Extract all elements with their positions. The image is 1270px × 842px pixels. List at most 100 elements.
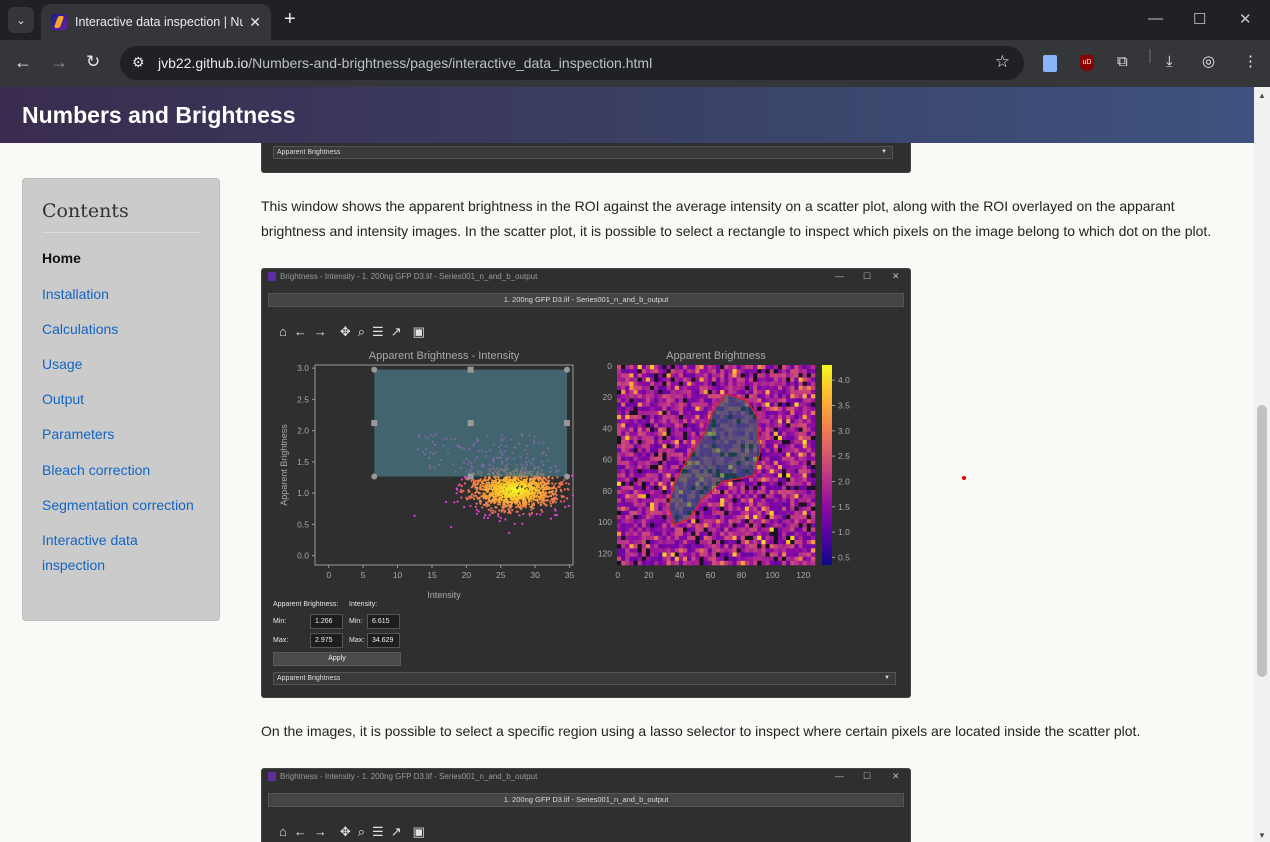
colorbar — [822, 365, 832, 565]
sidebar-item-output[interactable]: Output — [42, 387, 212, 412]
heatmap-pixel — [740, 502, 746, 507]
new-tab-button[interactable]: + — [284, 9, 296, 29]
sidebar-item-interactive-data-inspection[interactable]: Interactive data inspection — [42, 528, 172, 578]
heatmap-pixel — [798, 427, 803, 432]
extensions-icon[interactable]: ⧉ — [1117, 54, 1128, 70]
address-bar[interactable]: ⚙ jvb22.github.io/Numbers-and-brightness… — [120, 46, 1024, 80]
scroll-thumb[interactable] — [1257, 405, 1267, 677]
heatmap-pixel — [678, 535, 684, 541]
heatmap-pixel — [790, 423, 795, 428]
heatmap-pixel — [683, 402, 688, 407]
url-text[interactable]: jvb22.github.io/Numbers-and-brightness/p… — [158, 55, 652, 71]
heatmap-pixel — [658, 473, 663, 478]
heatmap-pixel — [798, 369, 803, 374]
pan-icon: ✥ — [339, 324, 351, 339]
maximize-button[interactable]: ☐ — [1193, 10, 1206, 28]
heatmap-pixel — [798, 406, 803, 412]
heatmap-ytick-label: 80 — [603, 486, 613, 496]
downloads-icon[interactable]: ⤓ — [1166, 54, 1173, 70]
menu-icon[interactable]: ⋮ — [1243, 54, 1258, 70]
heatmap-xtick-label: 80 — [737, 570, 747, 580]
scatter-xtick-label: 0 — [326, 570, 331, 580]
page-scrollbar[interactable]: ▲ ▼ — [1254, 87, 1270, 842]
forward-button[interactable]: → — [50, 53, 68, 71]
minimize-button[interactable]: — — [1148, 10, 1163, 27]
heatmap-pixel — [806, 377, 812, 382]
heatmap-pixel — [765, 523, 770, 528]
window-close-button[interactable]: ✕ — [1239, 10, 1252, 28]
heatmap-pixel — [732, 369, 737, 374]
heatmap-pixel — [757, 531, 762, 537]
site-title[interactable]: Numbers and Brightness — [22, 102, 296, 129]
heatmap-pixel — [769, 410, 775, 416]
heatmap-pixel — [674, 402, 680, 407]
scatter-point — [474, 505, 477, 508]
scroll-down-icon[interactable]: ▼ — [1258, 831, 1266, 840]
profile-icon[interactable]: ◎ — [1202, 54, 1215, 70]
heatmap-pixel — [773, 465, 779, 470]
heatmap-pixel — [790, 460, 795, 466]
heatmap-pixel — [782, 560, 787, 566]
heatmap-pixel — [629, 515, 634, 520]
heatmap-pixel — [658, 365, 663, 370]
heatmap-pixel — [658, 527, 663, 532]
heatmap-pixel — [782, 523, 787, 528]
reload-button[interactable]: ↻ — [86, 53, 100, 71]
heatmap-pixel — [716, 531, 721, 537]
scatter-point — [482, 482, 485, 485]
scatter-point — [541, 488, 545, 491]
scatter-point — [493, 481, 496, 484]
bookmark-star-icon[interactable]: ☆ — [995, 52, 1010, 72]
heatmap-pixel — [637, 398, 643, 403]
heatmap-pixel — [691, 365, 696, 370]
sidebar-item-parameters[interactable]: Parameters — [42, 422, 212, 447]
scatter-point — [557, 485, 560, 488]
heatmap-pixel — [691, 410, 696, 416]
heatmap-pixel — [806, 560, 812, 566]
ublock-extension-icon[interactable]: uD — [1080, 55, 1094, 71]
heatmap-pixel — [798, 544, 803, 549]
sidebar-item-segmentation-correction[interactable]: Segmentation correction — [42, 493, 212, 518]
sidebar-item-bleach-correction[interactable]: Bleach correction — [42, 458, 212, 483]
heatmap-pixel — [650, 540, 655, 545]
sidebar-item-installation[interactable]: Installation — [42, 282, 212, 307]
heatmap-pixel — [773, 469, 779, 474]
tab-close-icon[interactable]: ✕ — [249, 14, 261, 31]
sidebar-item-calculations[interactable]: Calculations — [42, 317, 212, 342]
heatmap-pixel — [777, 548, 783, 553]
sidebar-item-home[interactable]: Home — [42, 246, 212, 271]
heatmap-pixel — [699, 510, 704, 516]
heatmap-pixel — [765, 431, 770, 437]
heatmap-pixel — [641, 444, 647, 449]
heatmap-pixel — [765, 460, 770, 466]
heatmap-pixel — [617, 498, 622, 503]
heatmap-pixel — [683, 527, 688, 532]
heatmap-pixel — [728, 377, 733, 382]
heatmap-pixel — [757, 385, 762, 391]
heatmap-pixel — [707, 535, 713, 541]
heatmap-pixel — [765, 548, 770, 553]
heatmap-pixel — [728, 385, 733, 391]
sidebar-item-usage[interactable]: Usage — [42, 352, 212, 377]
heatmap-pixel — [645, 490, 651, 495]
heatmap-pixel — [769, 515, 775, 520]
site-info-icon[interactable]: ⚙ — [132, 54, 145, 71]
heatmap-pixel — [674, 398, 680, 403]
heatmap-pixel — [753, 515, 758, 520]
tab-search-button[interactable]: ⌄ — [8, 7, 34, 33]
heatmap-xtick-label: 20 — [644, 570, 654, 580]
heatmap-pixel — [617, 527, 622, 532]
heatmap-pixel — [757, 552, 762, 557]
browser-tab[interactable]: Interactive data inspection | Numbers an… — [41, 4, 271, 40]
heatmap-pixel — [749, 485, 754, 491]
heatmap-pixel — [765, 498, 770, 503]
back-button[interactable]: ← — [14, 53, 32, 71]
heatmap-pixel — [740, 548, 746, 553]
heatmap-xtick-label: 120 — [796, 570, 810, 580]
heatmap-pixel — [658, 410, 663, 416]
document-extension-icon[interactable] — [1043, 55, 1057, 72]
heatmap-pixel — [761, 423, 766, 428]
heatmap-pixel — [637, 498, 643, 503]
heatmap-pixel — [769, 456, 775, 462]
scroll-up-icon[interactable]: ▲ — [1258, 91, 1266, 100]
